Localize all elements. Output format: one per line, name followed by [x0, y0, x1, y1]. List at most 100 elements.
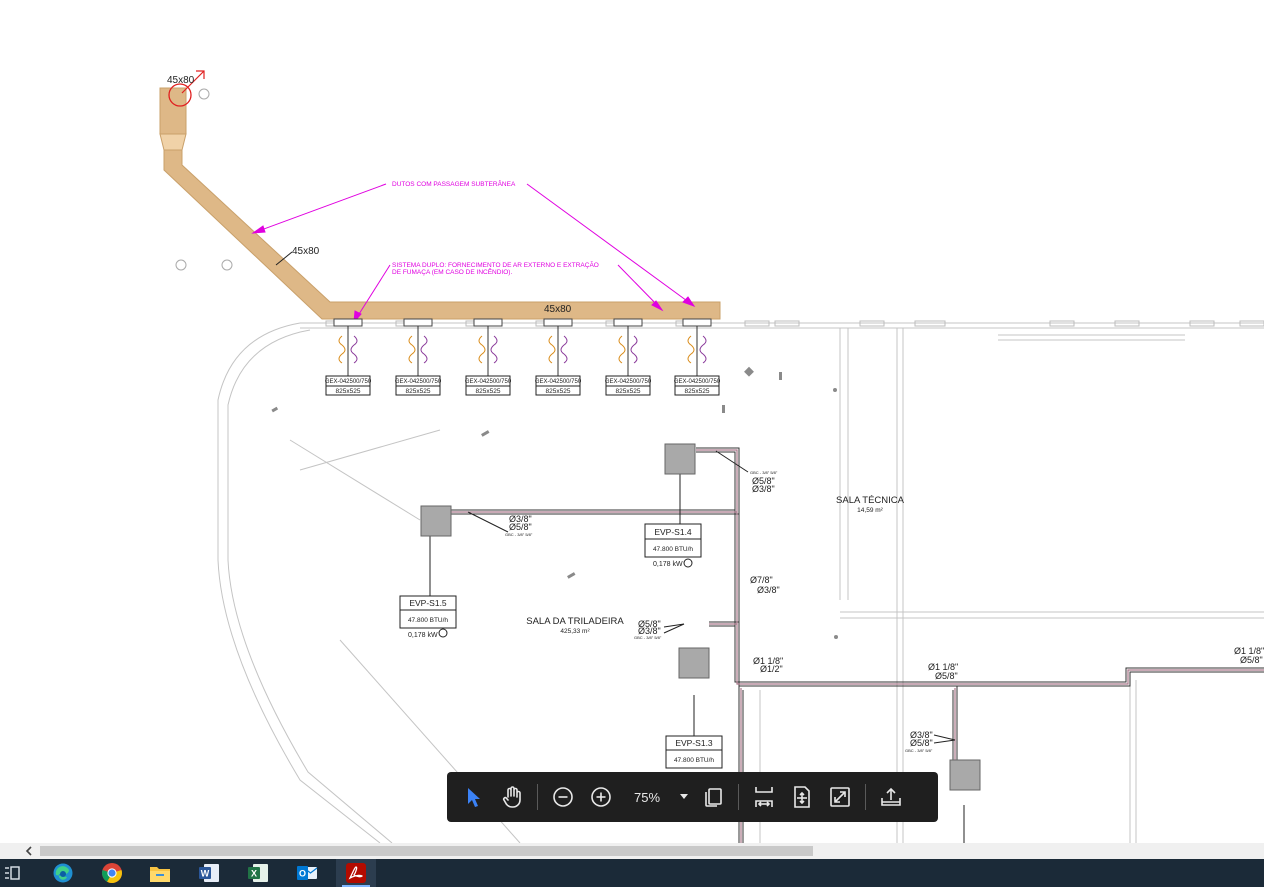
grille-size: 825x525: [685, 388, 710, 395]
toolbar-separator: [537, 784, 538, 810]
pipe-label-gbc: GBC - 3/8" 5/8": [750, 470, 778, 475]
excel-icon: X: [248, 864, 268, 882]
grille-size: 825x525: [406, 388, 431, 395]
taskbar-file-explorer[interactable]: [140, 859, 180, 887]
upload-tray-icon: [881, 787, 901, 806]
grille-size: 825x525: [616, 388, 641, 395]
taskbar-chrome[interactable]: [92, 859, 132, 887]
grille-code: GEX-042500/750: [605, 379, 652, 385]
pipe-label: Ø7/8": [750, 575, 773, 585]
unit-name: EVP-S1.3: [675, 738, 713, 748]
zoom-level[interactable]: 75%: [620, 790, 674, 805]
unit-power: 0,178 kW: [408, 632, 438, 639]
share-button[interactable]: [872, 778, 910, 816]
windows-taskbar: W X O: [0, 859, 1264, 887]
svg-text:W: W: [201, 869, 210, 879]
unit-name: EVP-S1.4: [654, 527, 692, 537]
zoom-dropdown[interactable]: [674, 778, 694, 816]
pipe-label: Ø3/8": [752, 484, 775, 494]
outlook-icon: O: [297, 866, 318, 880]
unit-capacity: 47.800 BTU/h: [408, 617, 448, 624]
page-view-button[interactable]: [694, 778, 732, 816]
select-tool-button[interactable]: [455, 778, 493, 816]
pipe-label: Ø5/8": [1240, 655, 1263, 665]
duct-size-label-top: 45x80: [167, 75, 195, 86]
pdf-document-viewer[interactable]: 45x80 45x80 45x80 DUTOS COM PASSAGEM SUB…: [0, 0, 1264, 843]
svg-text:O: O: [299, 869, 306, 879]
floating-toolbar: 75%: [447, 772, 938, 822]
grille-group: GEX-042500/750 825x525 GEX-042500/750 82…: [325, 318, 721, 396]
pipe-label: Ø5/8": [509, 522, 532, 532]
unit-tag-evp-s1-4: EVP-S1.4 47.800 BTU/h 0,178 kW: [644, 523, 702, 568]
grille-code: GEX-042500/750: [465, 379, 512, 385]
folder-icon: [150, 867, 170, 882]
hand-tool-button[interactable]: [493, 778, 531, 816]
room-area-sala-triladeira: 425,33 m²: [560, 628, 590, 635]
full-screen-button[interactable]: [821, 778, 859, 816]
fit-width-button[interactable]: [745, 778, 783, 816]
zoom-out-button[interactable]: [544, 778, 582, 816]
fit-page-icon: [794, 786, 810, 808]
hand-icon: [502, 786, 521, 808]
misc-fixtures: [271, 366, 838, 639]
chrome-icon: [102, 863, 122, 884]
duct-size-label-diagonal: 45x80: [292, 246, 320, 257]
grille-code: GEX-042500/750: [395, 379, 442, 385]
scroll-left-arrow[interactable]: [22, 844, 36, 858]
grille-code: GEX-042500/750: [535, 379, 582, 385]
pipe-label: Ø1/2": [760, 664, 783, 674]
zoom-in-button[interactable]: [582, 778, 620, 816]
grille-code: GEX-042500/750: [325, 379, 372, 385]
grille: GEX-042500/750 825x525: [535, 318, 582, 396]
grille: GEX-042500/750 825x525: [325, 318, 372, 396]
note-dual-system-line1: SISTEMA DUPLO: FORNECIMENTO DE AR EXTERN…: [392, 260, 599, 269]
air-duct: [159, 70, 721, 320]
horizontal-scrollbar[interactable]: [0, 843, 1264, 859]
room-name-sala-tecnica: SALA TÉCNICA: [836, 495, 905, 506]
fit-page-button[interactable]: [783, 778, 821, 816]
edge-icon: [53, 863, 73, 883]
duct-size-label-main: 45x80: [544, 304, 572, 315]
unit-power: 0,178 kW: [653, 561, 683, 568]
pipe-label: Ø3/8": [757, 585, 780, 595]
taskbar-acrobat[interactable]: [336, 859, 376, 887]
word-icon: W: [199, 864, 219, 882]
toolbar-separator: [738, 784, 739, 810]
grille: GEX-042500/750 825x525: [395, 318, 442, 396]
taskbar-outlook[interactable]: O: [287, 859, 327, 887]
taskbar-word[interactable]: W: [189, 859, 229, 887]
note-underground-ducts: DUTOS COM PASSAGEM SUBTERÂNEA: [392, 179, 516, 188]
cursor-arrow-icon: [468, 788, 480, 807]
note-dual-system-line2: DE FUMAÇA (EM CASO DE INCÊNDIO).: [392, 267, 512, 276]
room-name-sala-triladeira: SALA DA TRILADEIRA: [526, 616, 624, 627]
pages-icon: [705, 788, 722, 807]
unit-capacity: 47.800 BTU/h: [674, 757, 714, 764]
svg-text:X: X: [251, 869, 257, 879]
caret-down-icon: [680, 794, 688, 799]
grille-code: GEX-042500/750: [674, 379, 721, 385]
taskbar-edge[interactable]: [43, 859, 83, 887]
task-view-icon: [5, 866, 20, 880]
pipe-label-gbc: GBC - 3/8" 5/8": [634, 635, 662, 640]
pipe-label: Ø5/8": [935, 671, 958, 681]
grille: GEX-042500/750 825x525: [674, 318, 721, 396]
grille-size: 825x525: [336, 388, 361, 395]
minus-circle-icon: [553, 787, 573, 807]
grille: GEX-042500/750 825x525: [605, 318, 652, 396]
pipe-label-gbc: GBC - 3/8" 5/8": [505, 532, 533, 537]
unit-tag-evp-s1-3: EVP-S1.3 47.800 BTU/h: [665, 735, 723, 769]
grille: GEX-042500/750 825x525: [465, 318, 512, 396]
unit-tag-evp-s1-5: EVP-S1.5 47.800 BTU/h 0,178 kW: [399, 595, 457, 639]
unit-name: EVP-S1.5: [409, 598, 447, 608]
toolbar-separator: [865, 784, 866, 810]
floor-plan-drawing: 45x80 45x80 45x80 DUTOS COM PASSAGEM SUB…: [159, 70, 1264, 843]
fit-width-icon: [755, 787, 773, 807]
unit-capacity: 47.800 BTU/h: [653, 546, 693, 553]
grille-size: 825x525: [546, 388, 571, 395]
scrollbar-thumb[interactable]: [40, 846, 813, 856]
task-view-button[interactable]: [0, 859, 32, 887]
acrobat-icon: [346, 863, 366, 883]
pipe-label-gbc: GBC - 3/8" 5/8": [905, 748, 933, 753]
taskbar-excel[interactable]: X: [238, 859, 278, 887]
chevron-left-icon: [25, 846, 32, 856]
